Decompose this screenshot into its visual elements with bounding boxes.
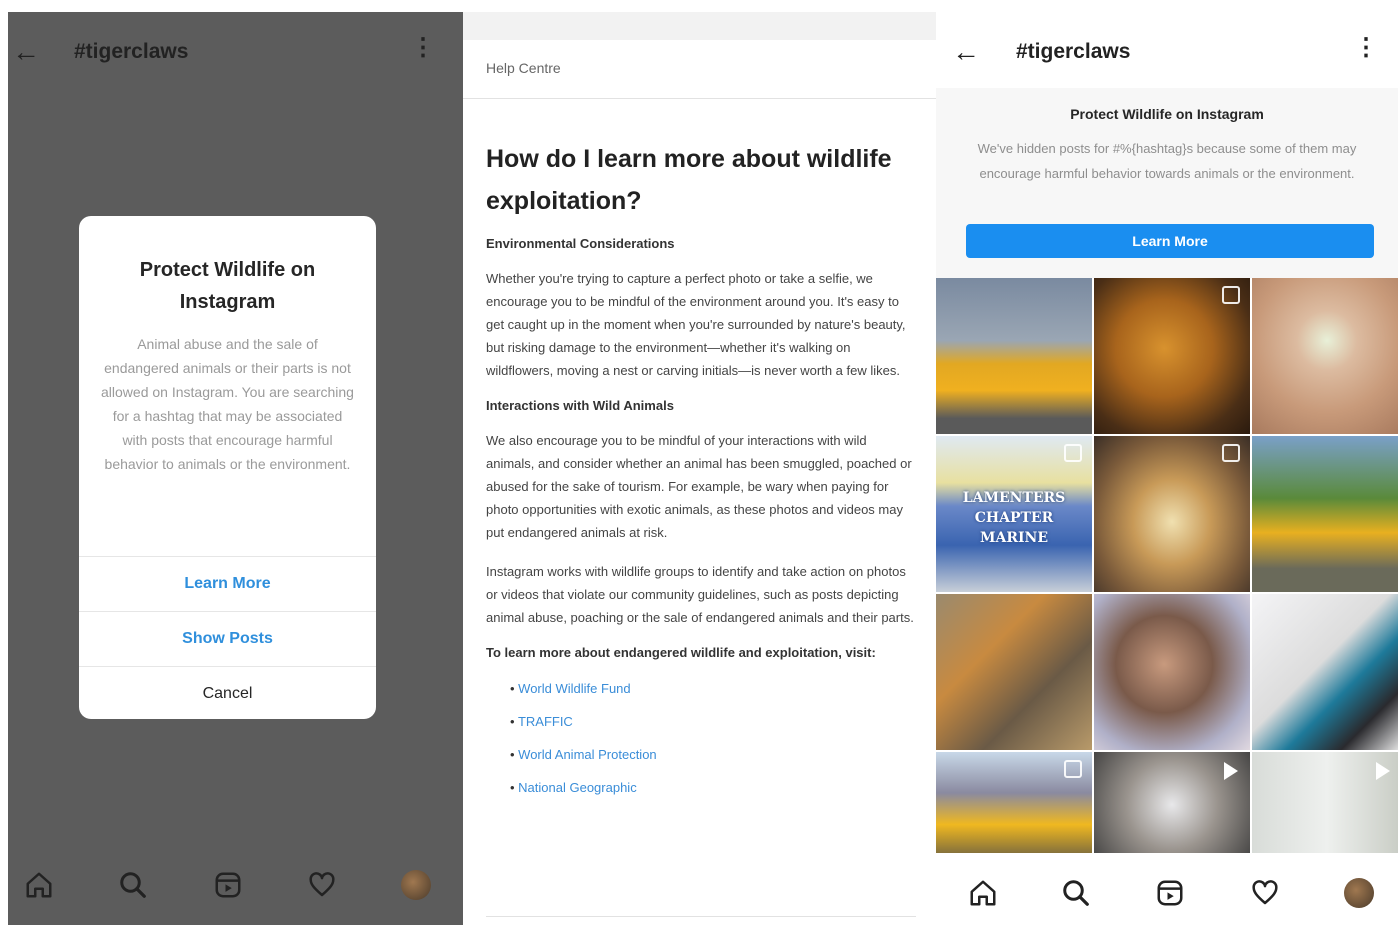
post-thumbnail[interactable] — [1094, 278, 1250, 434]
arrow-left-icon[interactable]: ← — [12, 38, 40, 66]
play-icon — [1376, 762, 1390, 780]
app-header: ← #tigerclaws ⋮ — [936, 12, 1398, 88]
post-thumbnail[interactable] — [1094, 436, 1250, 592]
article: How do I learn more about wildlife explo… — [486, 138, 916, 804]
links-intro: To learn more about endangered wildlife … — [486, 645, 876, 660]
reels-icon[interactable] — [203, 845, 253, 925]
hashtag-title: #tigerclaws — [1016, 40, 1131, 63]
home-icon[interactable] — [14, 845, 64, 925]
arrow-left-icon[interactable]: ← — [952, 38, 980, 66]
divider — [463, 98, 936, 99]
more-vertical-icon[interactable]: ⋮ — [411, 36, 435, 60]
post-grid: LAMENTERS CHAPTER MARINE — [936, 278, 1398, 863]
section-heading-interactions: Interactions with Wild Animals — [486, 398, 674, 413]
banner-body: We've hidden posts for #%{hashtag}s beca… — [977, 141, 1357, 181]
post-thumbnail[interactable]: LAMENTERS CHAPTER MARINE — [936, 436, 1092, 592]
resource-links: World Wildlife Fund TRAFFIC World Animal… — [486, 672, 916, 804]
panel-hashtag-feed: ← #tigerclaws ⋮ Protect Wildlife on Inst… — [936, 12, 1398, 925]
protect-wildlife-dialog: Protect Wildlife on Instagram Animal abu… — [79, 216, 376, 719]
top-strip — [463, 12, 936, 40]
post-thumbnail[interactable] — [1252, 752, 1398, 863]
section-body-environment: Whether you're trying to capture a perfe… — [486, 271, 906, 378]
panel-dialog-screen: ← #tigerclaws ⋮ Protect Wildlife on Inst… — [8, 12, 463, 925]
divider — [486, 916, 916, 917]
profile-avatar[interactable] — [1334, 853, 1384, 925]
warning-banner: Protect Wildlife on Instagram We've hidd… — [936, 88, 1398, 278]
carousel-icon — [1064, 760, 1082, 778]
heart-icon[interactable] — [1240, 853, 1290, 925]
link-world-animal-protection[interactable]: World Animal Protection — [510, 738, 916, 771]
cancel-button[interactable]: Cancel — [79, 666, 376, 719]
post-thumbnail[interactable] — [936, 752, 1092, 863]
banner-title: Protect Wildlife on Instagram — [1070, 106, 1264, 122]
panel-help-centre: Help Centre How do I learn more about wi… — [463, 12, 936, 925]
learn-more-button[interactable]: Learn More — [966, 224, 1374, 258]
link-traffic[interactable]: TRAFFIC — [510, 705, 916, 738]
bottom-nav — [8, 845, 463, 925]
more-vertical-icon[interactable]: ⋮ — [1354, 36, 1378, 60]
post-thumbnail[interactable] — [1252, 594, 1398, 750]
heart-icon[interactable] — [297, 845, 347, 925]
dialog-title: Protect Wildlife on Instagram — [139, 259, 316, 313]
link-national-geographic[interactable]: National Geographic — [510, 771, 916, 804]
post-thumbnail[interactable] — [1252, 436, 1398, 592]
search-icon[interactable] — [1051, 853, 1101, 925]
learn-more-button[interactable]: Learn More — [79, 556, 376, 611]
section-heading-environment: Environmental Considerations — [486, 236, 675, 251]
search-icon[interactable] — [108, 845, 158, 925]
profile-avatar[interactable] — [391, 845, 441, 925]
show-posts-button[interactable]: Show Posts — [79, 611, 376, 666]
app-header: ← #tigerclaws ⋮ — [8, 12, 463, 92]
post-thumbnail[interactable] — [1094, 594, 1250, 750]
home-icon[interactable] — [958, 853, 1008, 925]
dialog-body: Animal abuse and the sale of endangered … — [101, 336, 354, 472]
section-body-instagram: Instagram works with wildlife groups to … — [486, 564, 914, 625]
bottom-nav — [936, 853, 1398, 925]
carousel-icon — [1064, 444, 1082, 462]
play-icon — [1224, 762, 1238, 780]
carousel-icon — [1222, 286, 1240, 304]
article-title: How do I learn more about wildlife explo… — [486, 145, 892, 215]
hashtag-title: #tigerclaws — [74, 40, 189, 63]
post-thumbnail[interactable] — [1252, 278, 1398, 434]
thumbnail-overlay-text: LAMENTERS CHAPTER MARINE — [962, 490, 1066, 546]
post-thumbnail[interactable] — [936, 594, 1092, 750]
section-body-interactions: We also encourage you to be mindful of y… — [486, 433, 912, 540]
link-wwf[interactable]: World Wildlife Fund — [510, 672, 916, 705]
carousel-icon — [1222, 444, 1240, 462]
post-thumbnail[interactable] — [1094, 752, 1250, 863]
post-thumbnail[interactable] — [936, 278, 1092, 434]
breadcrumb[interactable]: Help Centre — [486, 60, 561, 76]
reels-icon[interactable] — [1145, 853, 1195, 925]
